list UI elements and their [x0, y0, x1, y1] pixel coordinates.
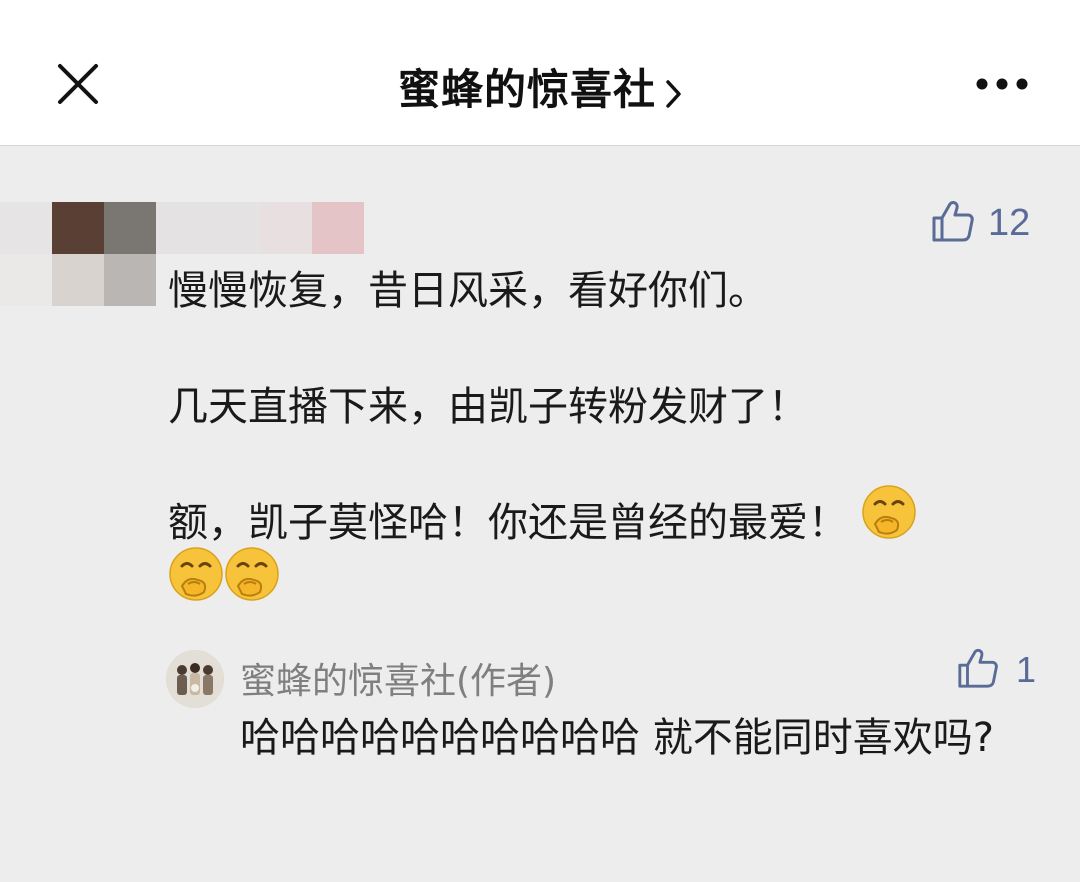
comment-line: 额，凯子莫怪哈！你还是曾经的最爱！ — [168, 500, 848, 546]
reply-like-button[interactable]: 1 — [956, 646, 1036, 694]
reply-like-count: 1 — [1016, 649, 1037, 690]
comment-like-button[interactable]: 12 — [930, 198, 1030, 248]
page-title: 蜜蜂的惊喜社 — [397, 65, 656, 114]
reply-body: 哈哈哈哈哈哈哈哈哈哈 就不能同时喜欢吗? — [240, 715, 994, 761]
thumbs-up-icon — [956, 646, 1000, 694]
comment-area: 12 慢慢恢复，昔日风采，看好你们。 几天直播下来，由凯子转粉发财了！ 额，凯子… — [0, 146, 1080, 882]
comment-line: 慢慢恢复，昔日风采，看好你们。 — [168, 268, 768, 314]
reply-author-name[interactable]: 蜜蜂的惊喜社(作者) — [240, 652, 556, 704]
covering-mouth-laugh-emoji — [168, 546, 224, 618]
covering-mouth-laugh-emoji — [861, 484, 917, 556]
more-dots-icon[interactable] — [972, 68, 1032, 100]
chevron-right-icon — [666, 79, 682, 113]
author-avatar[interactable] — [166, 650, 224, 708]
thumbs-up-icon — [930, 198, 976, 248]
comment-line: 几天直播下来，由凯子转粉发财了！ — [168, 384, 808, 430]
covering-mouth-laugh-emoji — [224, 546, 280, 618]
account-title-link[interactable]: 蜜蜂的惊喜社 — [0, 56, 1080, 117]
comment-body: 慢慢恢复，昔日风采，看好你们。 几天直播下来，由凯子转粉发财了！ 额，凯子莫怪哈… — [168, 262, 1048, 618]
top-bar: 蜜蜂的惊喜社 — [0, 0, 1080, 146]
comment-like-count: 12 — [988, 201, 1031, 244]
